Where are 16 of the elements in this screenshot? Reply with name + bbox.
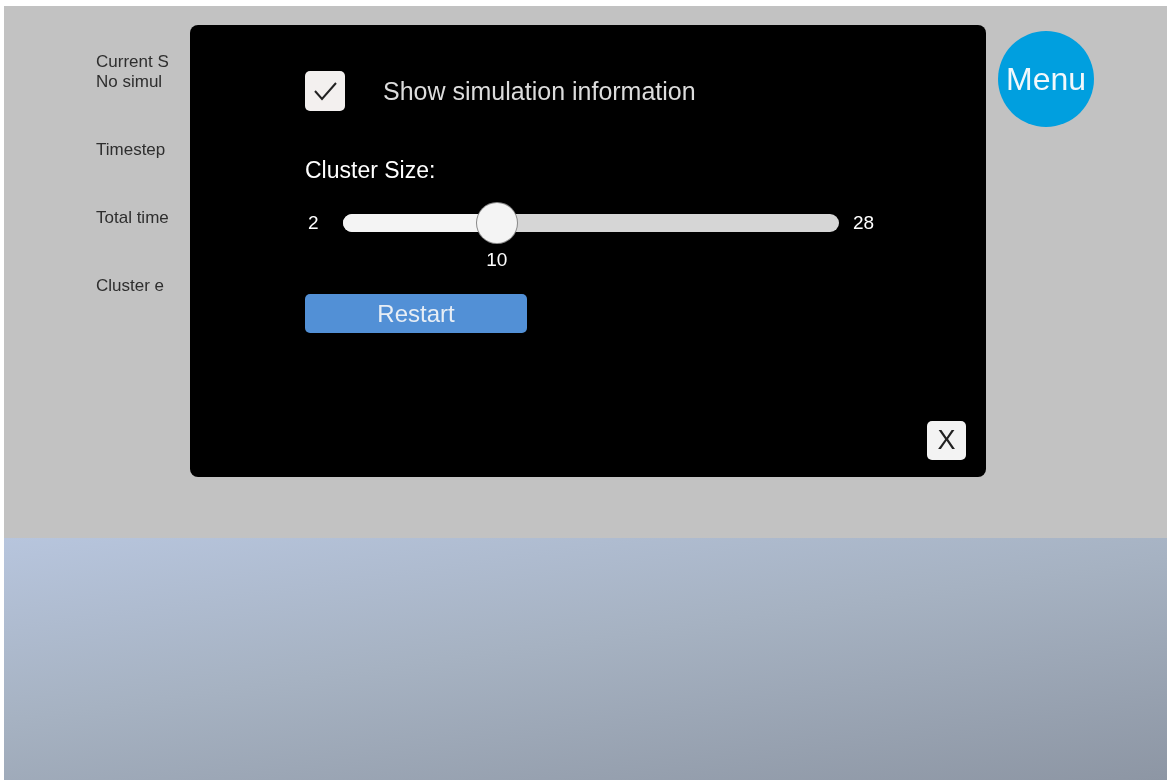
info-label: Total time <box>96 208 170 228</box>
checkbox[interactable] <box>305 71 345 111</box>
info-text: No simul <box>96 72 164 92</box>
info-text: Current S <box>96 52 170 72</box>
slider-title: Cluster Size: <box>305 157 436 184</box>
info-label: Cluster e <box>96 276 166 296</box>
slider-max: 28 <box>852 212 875 234</box>
slider-thumb[interactable] <box>476 203 517 243</box>
slider[interactable] <box>343 203 839 243</box>
info-label: Timestep <box>96 140 167 160</box>
slider-min: 2 <box>307 212 320 234</box>
close-button[interactable]: X <box>927 421 966 460</box>
checkbox-label: Show simulation information <box>383 76 696 106</box>
restart-button[interactable]: Restart <box>305 294 527 333</box>
menu-button[interactable]: Menu <box>998 31 1094 127</box>
slider-value: 10 <box>486 249 508 271</box>
